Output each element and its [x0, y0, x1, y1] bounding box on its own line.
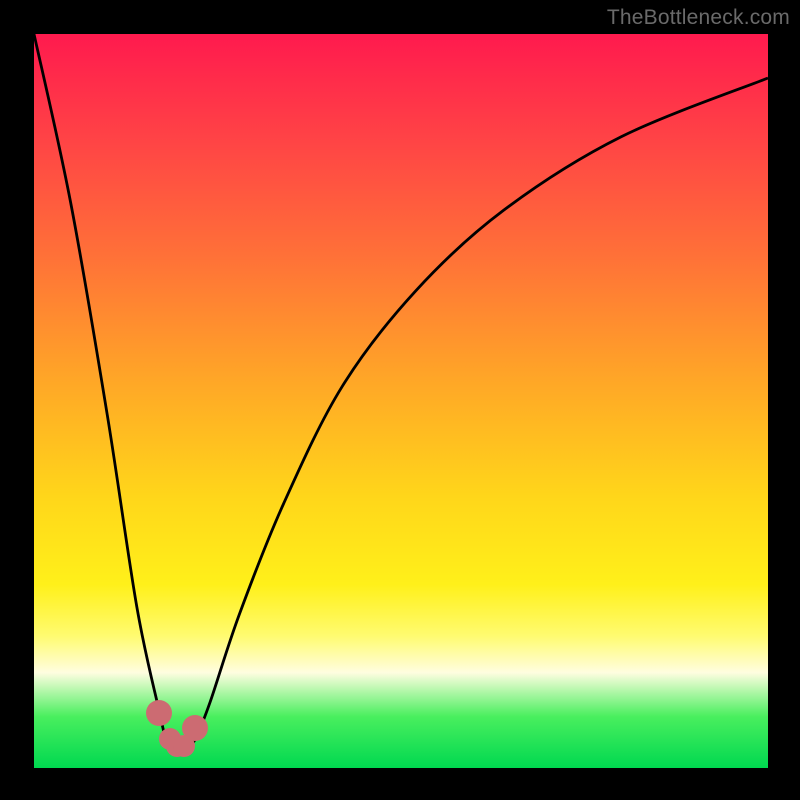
bottleneck-curve — [34, 34, 768, 768]
curve-path — [34, 34, 768, 747]
watermark-text: TheBottleneck.com — [607, 6, 790, 30]
chart-frame: TheBottleneck.com — [0, 0, 800, 800]
chart-plot-area — [34, 34, 768, 768]
curve-marker — [146, 700, 172, 726]
curve-marker — [182, 715, 208, 741]
